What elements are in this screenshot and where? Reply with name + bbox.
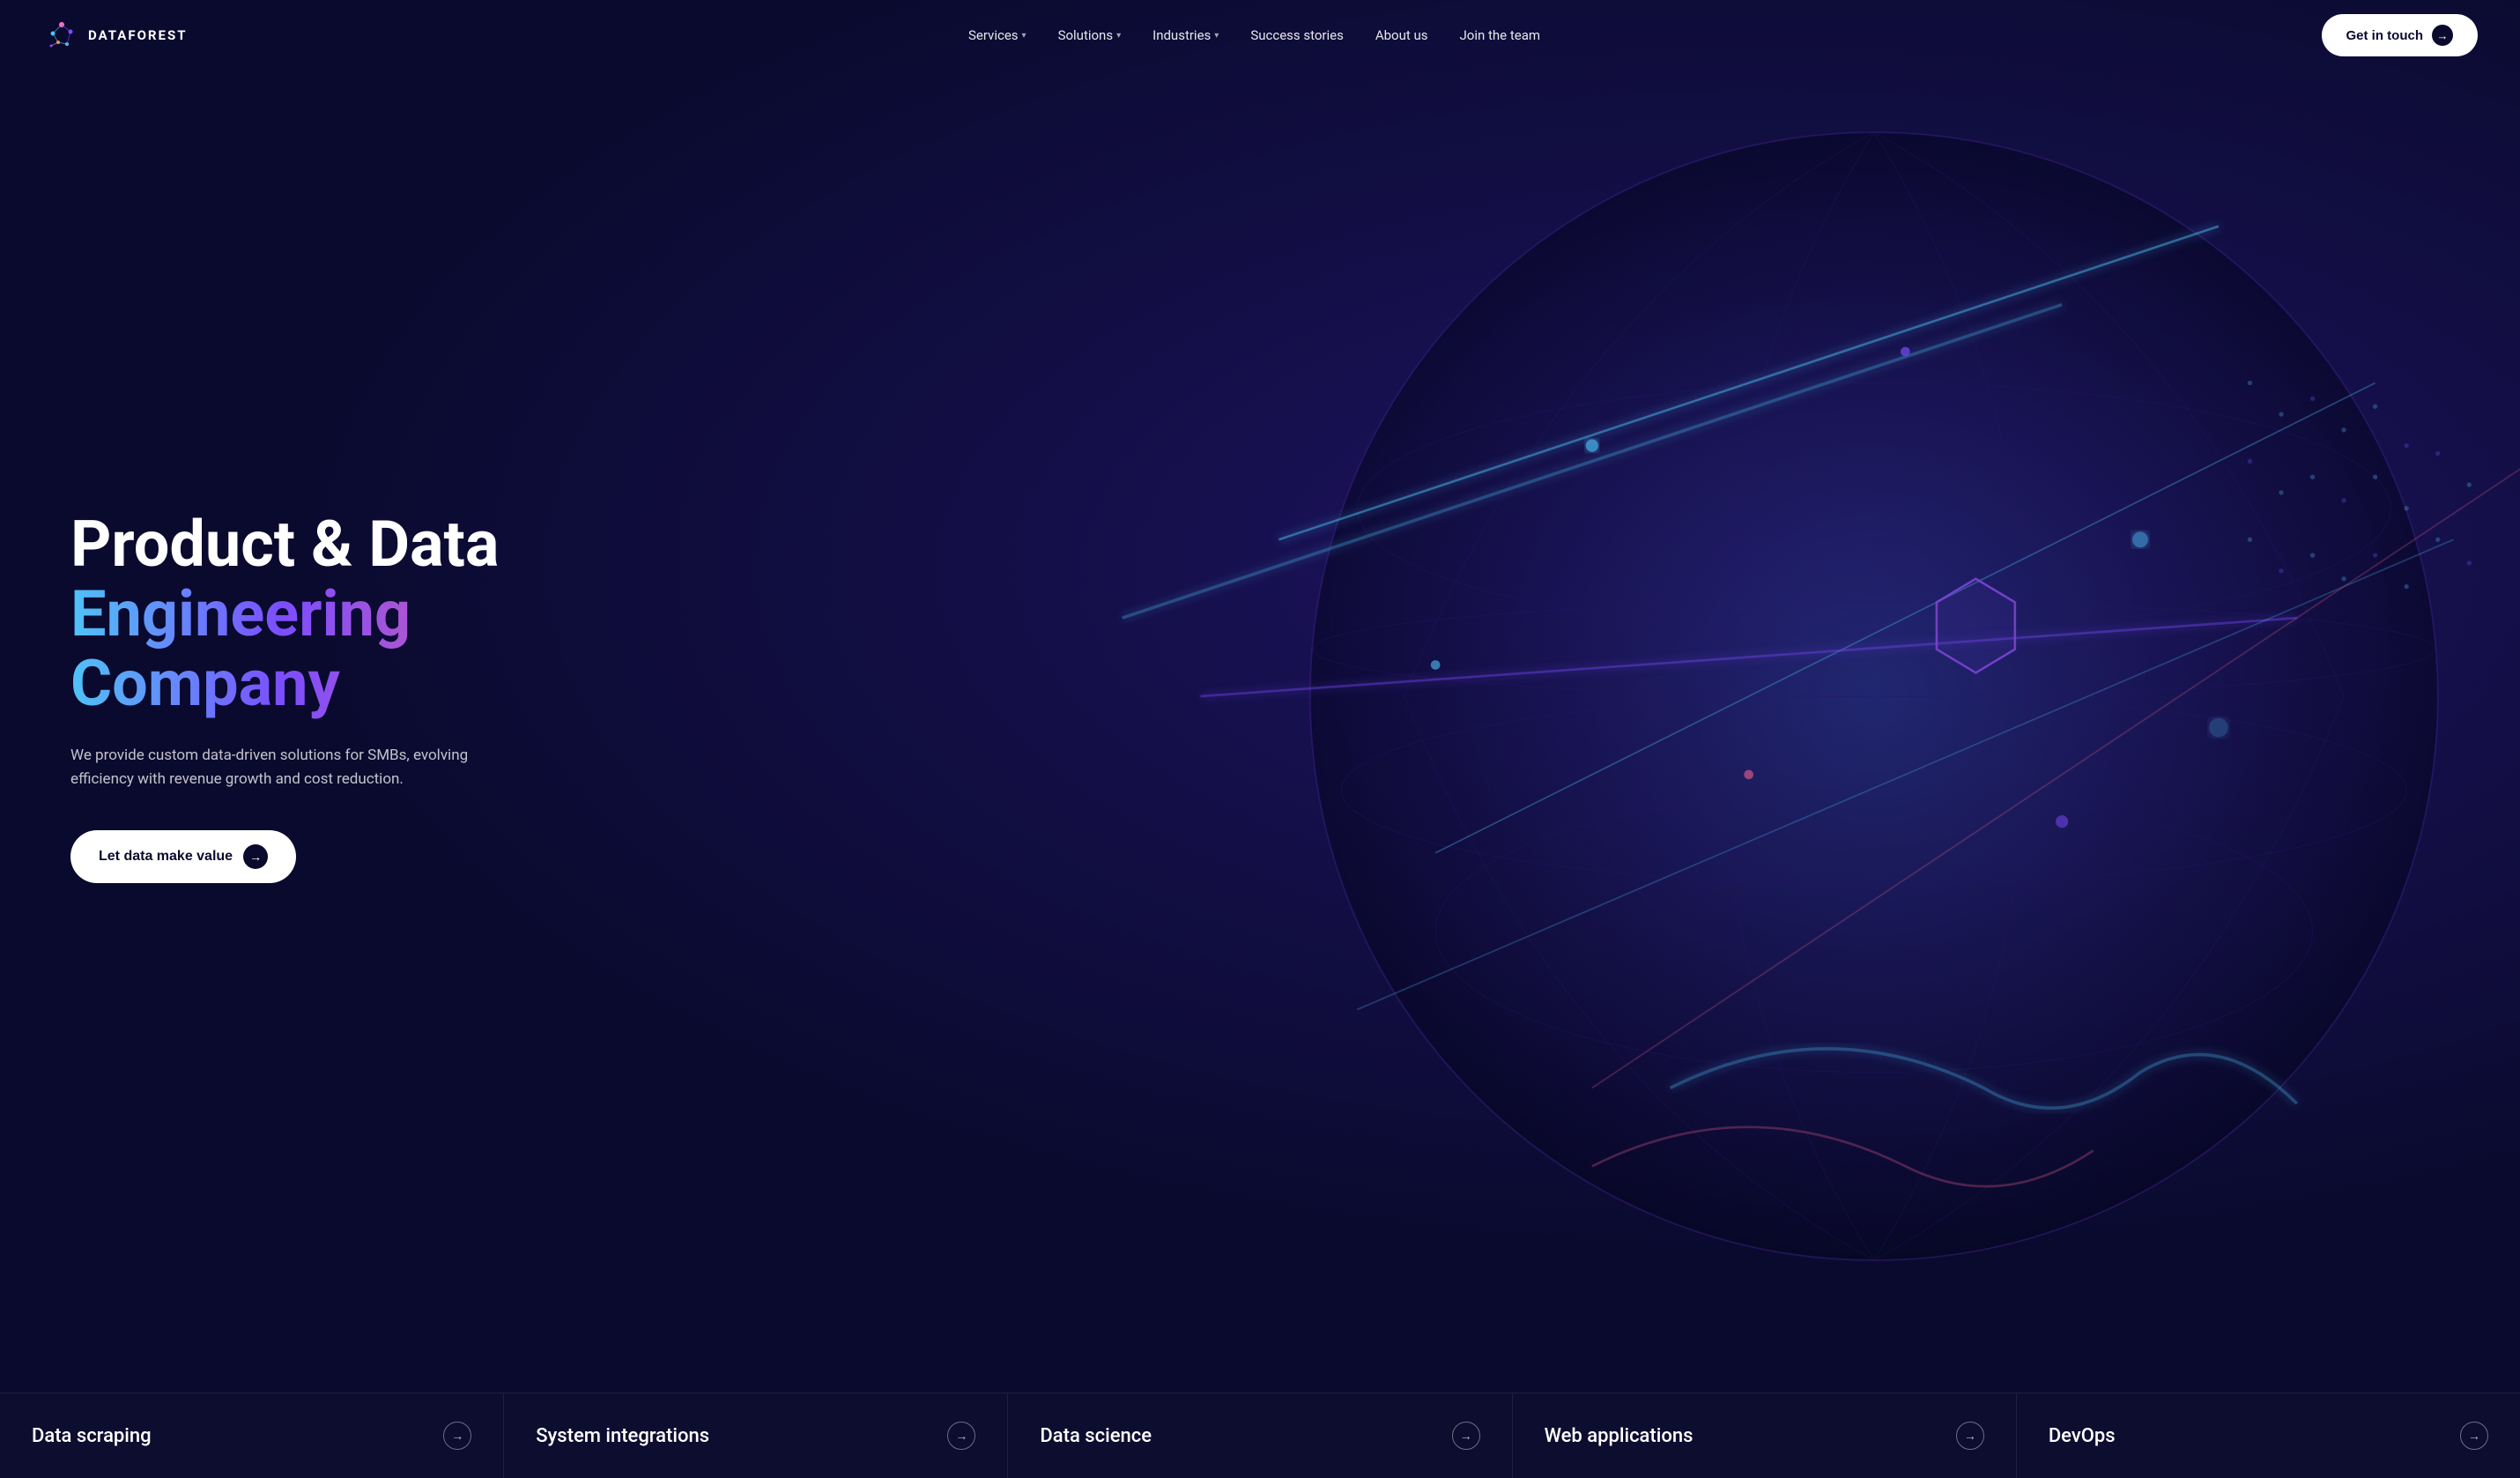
nav-links: Services ▾ Solutions ▾ Industries ▾ Succ… xyxy=(968,27,1540,43)
nav-item-solutions[interactable]: Solutions ▾ xyxy=(1058,27,1122,43)
hero-title-line1: Product & Data xyxy=(70,509,599,579)
nav-item-about-us[interactable]: About us xyxy=(1375,27,1428,43)
service-item-system-integrations[interactable]: System integrations → xyxy=(504,1393,1008,1478)
service-arrow-icon: → xyxy=(1956,1422,1984,1450)
hero-title-line2: Engineering Company xyxy=(70,579,599,718)
chevron-down-icon: ▾ xyxy=(1214,31,1219,41)
logo[interactable]: DATAFOREST xyxy=(42,16,188,55)
service-name: Web applications xyxy=(1545,1425,1694,1447)
hero-content: Product & Data Engineering Company We pr… xyxy=(0,509,599,883)
nav-item-success-stories[interactable]: Success stories xyxy=(1250,27,1344,43)
service-name: System integrations xyxy=(536,1425,709,1447)
chevron-down-icon: ▾ xyxy=(1116,31,1121,41)
main-nav: DATAFOREST Services ▾ Solutions ▾ Indust… xyxy=(0,0,2520,71)
service-arrow-icon: → xyxy=(947,1422,975,1450)
service-arrow-icon: → xyxy=(443,1422,471,1450)
get-in-touch-label: Get in touch xyxy=(2346,28,2424,43)
service-item-data-scraping[interactable]: Data scraping → xyxy=(0,1393,504,1478)
service-item-web-applications[interactable]: Web applications → xyxy=(1513,1393,2017,1478)
chevron-down-icon: ▾ xyxy=(1022,31,1027,41)
arrow-icon: → xyxy=(2432,25,2453,46)
service-name: DevOps xyxy=(2049,1425,2116,1447)
hero-globe-visual xyxy=(1008,70,2520,1323)
hero-cta-button[interactable]: Let data make value → xyxy=(70,830,296,883)
service-item-devops[interactable]: DevOps → xyxy=(2017,1393,2520,1478)
service-name: Data scraping xyxy=(32,1425,152,1447)
arrow-icon: → xyxy=(243,844,268,869)
service-name: Data science xyxy=(1040,1425,1152,1447)
service-arrow-icon: → xyxy=(1452,1422,1480,1450)
service-item-data-science[interactable]: Data science → xyxy=(1008,1393,1512,1478)
nav-item-services[interactable]: Services ▾ xyxy=(968,27,1027,43)
hero-subtitle: We provide custom data-driven solutions … xyxy=(70,744,511,791)
hero-section: Product & Data Engineering Company We pr… xyxy=(0,0,2520,1393)
service-arrow-icon: → xyxy=(2460,1422,2488,1450)
logo-text: DATAFOREST xyxy=(88,27,188,43)
services-bar: Data scraping → System integrations → Da… xyxy=(0,1393,2520,1478)
get-in-touch-button[interactable]: Get in touch → xyxy=(2322,14,2479,56)
nav-item-industries[interactable]: Industries ▾ xyxy=(1153,27,1219,43)
nav-item-join-the-team[interactable]: Join the team xyxy=(1460,27,1541,43)
hero-cta-label: Let data make value xyxy=(99,849,233,865)
